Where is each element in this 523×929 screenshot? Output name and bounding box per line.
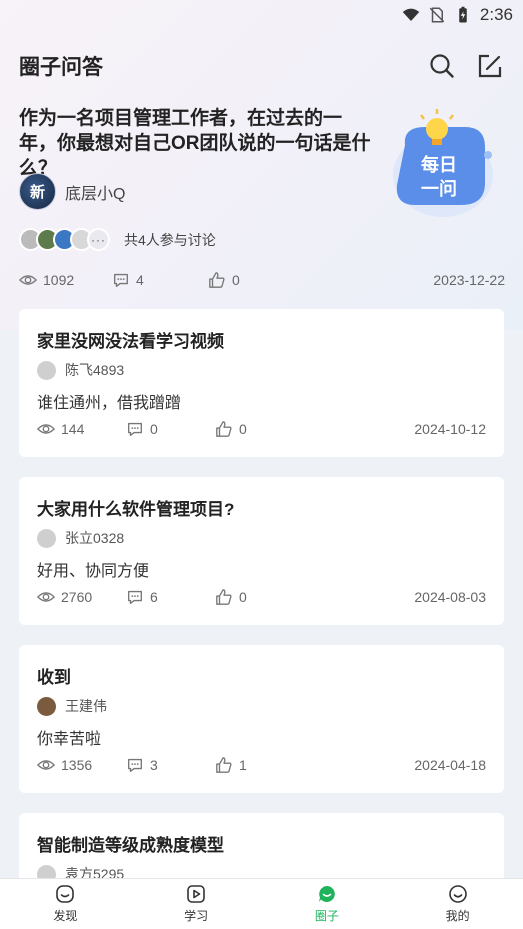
- likes-stat[interactable]: 0: [215, 588, 304, 606]
- topic-question[interactable]: 作为一名项目管理工作者，在过去的一年，你最想对自己OR团队说的一句话是什么？: [19, 106, 379, 181]
- status-bar: 2:36: [0, 0, 523, 30]
- likes-count: 1: [239, 757, 247, 773]
- post-stats: 1356 3 1 2024-04-18: [37, 756, 486, 774]
- views-stat: 2760: [37, 588, 126, 606]
- topic-author[interactable]: 新 底层小Q: [19, 173, 125, 210]
- comments-count: 0: [150, 421, 158, 437]
- comments-stat[interactable]: 6: [126, 588, 215, 606]
- avatar: 新: [19, 173, 56, 210]
- nav-label: 发现: [53, 909, 78, 923]
- discover-icon: [56, 885, 75, 903]
- app-header: 圈子问答: [0, 44, 523, 88]
- comment-icon: [128, 422, 142, 436]
- comment-icon: [128, 758, 142, 772]
- comments-count: 3: [150, 757, 158, 773]
- comments-count: 6: [150, 589, 158, 605]
- search-icon: [430, 54, 454, 78]
- nav-discover[interactable]: 发现: [0, 879, 131, 929]
- post-author-name: 王建伟: [65, 698, 107, 714]
- post-card[interactable]: 收到 王建伟 你幸苦啦 1356 3 1 2024-04-18: [19, 645, 504, 793]
- nav-label: 我的: [445, 909, 470, 923]
- nav-label: 学习: [184, 909, 209, 923]
- views-count: 2760: [61, 589, 93, 605]
- play-icon: [187, 885, 205, 903]
- eye-icon: [37, 592, 55, 602]
- participant-avatars: ···: [19, 228, 110, 251]
- post-title: 收到: [37, 668, 71, 687]
- more-participants-icon: ···: [87, 228, 110, 251]
- post-card[interactable]: 家里没网没法看学习视频 陈飞4893 谁住通州，借我蹭蹭 144 0 0 202…: [19, 309, 504, 457]
- nav-label: 圈子: [314, 909, 339, 923]
- likes-count: 0: [239, 421, 247, 437]
- post-body: 你幸苦啦: [37, 731, 102, 748]
- edit-icon: [478, 54, 502, 78]
- likes-stat[interactable]: 0: [208, 271, 240, 289]
- post-author-name: 陈飞4893: [65, 362, 125, 378]
- likes-stat[interactable]: 0: [215, 420, 304, 438]
- post-stats: 144 0 0 2024-10-12: [37, 420, 486, 438]
- search-button[interactable]: [428, 52, 456, 80]
- post-title: 大家用什么软件管理项目?: [37, 500, 235, 519]
- views-stat: 1356: [37, 756, 126, 774]
- topic-date: 2023-12-22: [433, 272, 505, 288]
- views-count: 144: [61, 421, 85, 437]
- post-title: 家里没网没法看学习视频: [37, 332, 224, 351]
- smile-icon: [448, 885, 467, 903]
- thumbs-up-icon: [216, 589, 232, 605]
- battery-charging-icon: [459, 6, 467, 23]
- post-author: 王建伟: [37, 696, 107, 716]
- comment-icon: [114, 273, 128, 287]
- comments-count: 4: [136, 272, 144, 288]
- comments-stat[interactable]: 4: [112, 271, 208, 289]
- post-author: 陈飞4893: [37, 360, 124, 380]
- avatar: [37, 528, 56, 548]
- comments-stat[interactable]: 3: [126, 756, 215, 774]
- daily-question-illustration: 每日 一问: [393, 109, 493, 217]
- views-stat: 1092: [19, 271, 112, 289]
- participants-row[interactable]: ··· 共4人参与讨论: [19, 228, 216, 251]
- post-stats: 2760 6 0 2024-08-03: [37, 588, 486, 606]
- post-card[interactable]: 大家用什么软件管理项目? 张立0328 好用、协同方便 2760 6 0 202…: [19, 477, 504, 625]
- comment-icon: [128, 590, 142, 604]
- page-title: 圈子问答: [19, 56, 103, 79]
- thumbs-up-icon: [216, 757, 232, 773]
- bottom-nav: 发现 学习 圈子 我的: [0, 878, 523, 929]
- no-sim-icon: [429, 7, 445, 23]
- chat-bubble-icon: [318, 886, 335, 902]
- compose-button[interactable]: [476, 52, 504, 80]
- eye-icon: [37, 424, 55, 434]
- nav-profile[interactable]: 我的: [392, 879, 523, 929]
- comments-stat[interactable]: 0: [126, 420, 215, 438]
- post-body: 好用、协同方便: [37, 563, 150, 580]
- author-name: 底层小Q: [65, 185, 126, 203]
- post-author-name: 张立0328: [65, 530, 125, 546]
- topic-stats: 1092 4 0 2023-12-22: [19, 268, 505, 292]
- eye-icon: [19, 275, 37, 285]
- eye-icon: [37, 760, 55, 770]
- daily-question-badge: 每日 一问: [385, 105, 500, 220]
- avatar: [37, 360, 56, 380]
- post-date: 2024-10-12: [414, 421, 486, 437]
- views-stat: 144: [37, 420, 126, 438]
- post-date: 2024-08-03: [414, 589, 486, 605]
- badge-line1: 每日: [421, 154, 457, 175]
- post-date: 2024-04-18: [414, 757, 486, 773]
- avatar: [37, 696, 56, 716]
- post-title: 智能制造等级成熟度模型: [37, 836, 224, 855]
- likes-stat[interactable]: 1: [215, 756, 304, 774]
- likes-count: 0: [239, 589, 247, 605]
- post-body: 谁住通州，借我蹭蹭: [37, 395, 182, 412]
- status-time: 2:36: [479, 5, 513, 24]
- views-count: 1356: [61, 757, 93, 773]
- badge-line2: 一问: [421, 179, 457, 199]
- thumbs-up-icon: [209, 272, 225, 288]
- nav-learn[interactable]: 学习: [131, 879, 262, 929]
- participants-count: 共4人参与讨论: [124, 231, 216, 248]
- likes-count: 0: [232, 272, 240, 288]
- views-count: 1092: [43, 272, 75, 288]
- wifi-icon: [402, 8, 420, 21]
- nav-circle[interactable]: 圈子: [262, 879, 393, 929]
- post-author: 张立0328: [37, 528, 124, 548]
- thumbs-up-icon: [216, 421, 232, 437]
